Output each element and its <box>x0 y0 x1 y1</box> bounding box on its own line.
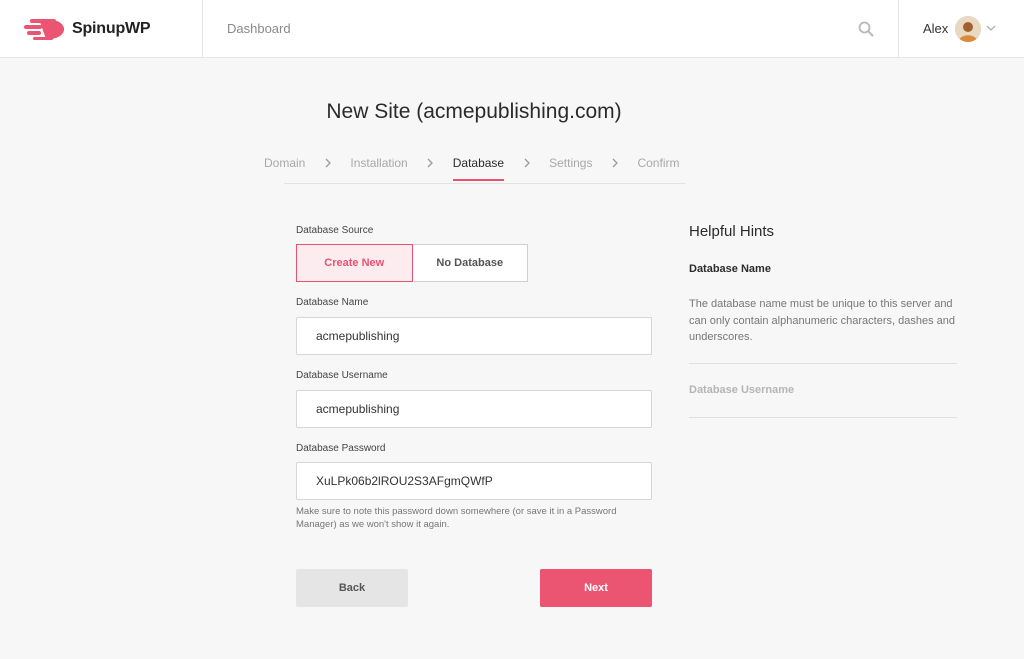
database-username-input[interactable] <box>296 390 652 428</box>
brand-logo[interactable]: SpinupWP <box>0 0 203 58</box>
no-database-option[interactable]: No Database <box>412 244 528 282</box>
search-button[interactable] <box>852 16 880 42</box>
helpful-hints-title: Helpful Hints <box>689 223 775 240</box>
nav-dashboard-link[interactable]: Dashboard <box>227 21 291 36</box>
spinupwp-logo-icon <box>24 19 65 40</box>
database-password-input[interactable] <box>296 462 652 500</box>
steps-divider <box>284 183 686 184</box>
database-source-label: Database Source <box>296 225 374 236</box>
user-name: Alex <box>923 21 949 36</box>
database-username-label: Database Username <box>296 370 388 381</box>
hint-database-name-body: The database name must be unique to this… <box>689 298 955 343</box>
hint-divider <box>689 363 957 364</box>
step-settings[interactable]: Settings <box>549 156 592 180</box>
user-menu[interactable]: Alex <box>898 0 1024 58</box>
chevron-right-icon <box>305 156 350 168</box>
avatar <box>955 16 981 42</box>
wizard-steps: Domain Installation Database Settings Co… <box>264 156 679 184</box>
step-confirm[interactable]: Confirm <box>637 156 679 180</box>
hint-database-name-heading: Database Name <box>689 263 771 275</box>
chevron-down-icon <box>986 25 996 31</box>
back-button[interactable]: Back <box>296 569 408 607</box>
step-domain[interactable]: Domain <box>264 156 305 180</box>
chevron-right-icon <box>504 156 549 168</box>
hint-divider <box>689 417 957 418</box>
next-button[interactable]: Next <box>540 569 652 607</box>
database-name-label: Database Name <box>296 297 369 308</box>
hint-database-username-heading[interactable]: Database Username <box>689 384 794 396</box>
step-installation[interactable]: Installation <box>350 156 407 180</box>
search-icon <box>858 21 874 37</box>
database-password-label: Database Password <box>296 443 386 454</box>
chevron-right-icon <box>592 156 637 168</box>
step-database[interactable]: Database <box>452 156 505 181</box>
database-source-toggle: Create New No Database <box>296 244 528 282</box>
create-new-option[interactable]: Create New <box>296 244 413 282</box>
chevron-right-icon <box>408 156 453 168</box>
avatar-photo-icon <box>955 16 981 42</box>
top-bar: SpinupWP Dashboard Alex <box>0 0 1024 58</box>
page-title: New Site (acmepublishing.com) <box>326 100 622 123</box>
brand-name: SpinupWP <box>72 20 151 37</box>
password-note: Make sure to note this password down som… <box>296 506 617 530</box>
database-name-input[interactable] <box>296 317 652 355</box>
